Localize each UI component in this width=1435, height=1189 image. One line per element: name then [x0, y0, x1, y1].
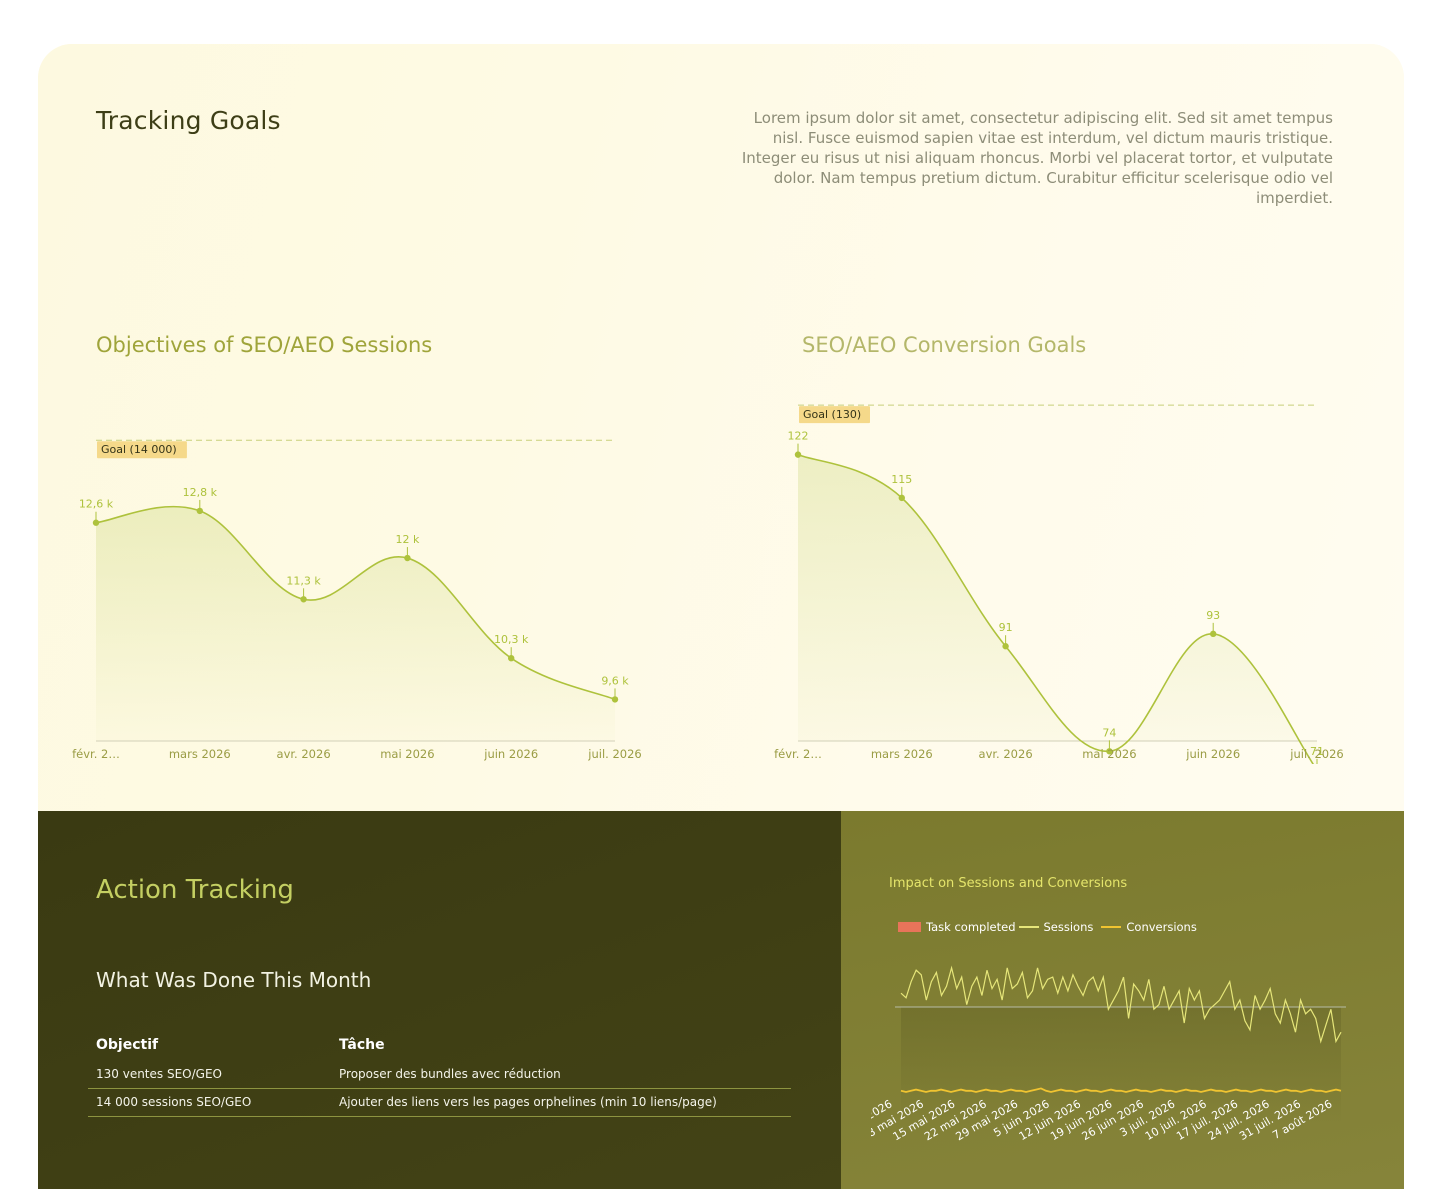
report-card: Tracking Goals Lorem ipsum dolor sit ame… [38, 44, 1404, 1189]
data-label: 12 k [395, 533, 419, 546]
x-tick-label: févr. 2… [774, 747, 822, 761]
data-label: 122 [788, 430, 809, 443]
impact-chart-title: Impact on Sessions and Conversions [889, 876, 1128, 891]
data-label: 10,3 k [494, 633, 529, 646]
data-label: 115 [891, 473, 912, 486]
actions-table: Objectif Tâche 130 ventes SEO/GEO Propos… [88, 1033, 791, 1117]
table-row: 14 000 sessions SEO/GEO Ajouter des lien… [88, 1088, 791, 1117]
data-label: 74 [1102, 726, 1116, 739]
intro-text: Lorem ipsum dolor sit amet, consectetur … [741, 109, 1333, 207]
data-label: 11,3 k [286, 574, 321, 587]
done-this-month-title: What Was Done This Month [96, 968, 372, 992]
action-tracking-section: Action Tracking What Was Done This Month… [38, 811, 841, 1189]
data-label: 12,6 k [79, 498, 114, 511]
table-cell-objective: 14 000 sessions SEO/GEO [88, 1088, 331, 1117]
data-point [404, 554, 411, 562]
data-label: 93 [1206, 609, 1220, 622]
legend-conversions-line [1101, 926, 1122, 928]
table-cell-objective: 130 ventes SEO/GEO [88, 1061, 331, 1089]
data-point [898, 494, 905, 502]
data-point [611, 696, 619, 703]
legend-sessions-line [1018, 926, 1039, 928]
conversions-chart-title: SEO/AEO Conversion Goals [802, 333, 1087, 357]
column-header-task: Tâche [339, 1037, 385, 1053]
impact-chart: 1 mai 20268 mai 202615 mai 202622 mai 20… [871, 965, 1346, 1143]
table-cell-task: Ajouter des liens vers les pages orpheli… [331, 1088, 791, 1117]
data-label: 91 [999, 621, 1013, 634]
page-title: Tracking Goals [96, 106, 281, 135]
x-tick-label: avr. 2026 [277, 747, 331, 761]
data-point [300, 596, 307, 603]
x-tick-label: juil. 2026 [1289, 747, 1343, 761]
data-point [196, 507, 203, 515]
sessions-chart: Goal (14 000) 12,6 k févr. 2… 12,8 k mars 20… [72, 439, 642, 761]
goal-label: Goal (14 000) [101, 443, 177, 456]
x-tick-label: avr. 2026 [979, 747, 1033, 761]
data-label: 9,6 k [601, 674, 629, 687]
tracking-goals-section: Tracking Goals Lorem ipsum dolor sit ame… [38, 44, 1404, 811]
table-header-row: Objectif Tâche [88, 1033, 791, 1061]
column-header-objective: Objectif [96, 1037, 159, 1053]
x-tick-label: mars 2026 [871, 747, 933, 761]
data-point [1210, 630, 1217, 638]
legend-conversions-label: Conversions [1126, 920, 1197, 934]
goal-label: Goal (130) [803, 408, 861, 421]
area-fill [96, 506, 615, 741]
x-tick-label: févr. 2… [72, 747, 120, 761]
action-tracking-title: Action Tracking [96, 875, 294, 905]
x-tick-label: juil. 2026 [587, 747, 641, 761]
sessions-chart-title: Objectives of SEO/AEO Sessions [96, 333, 433, 357]
data-point [794, 451, 802, 458]
data-point [508, 654, 515, 662]
data-point [1002, 643, 1009, 650]
x-tick-label: mai 2026 [1082, 747, 1136, 761]
legend-task-swatch [898, 922, 921, 932]
legend-sessions-label: Sessions [1043, 920, 1094, 934]
conversions-chart: Goal (130) 122 févr. 2… 115 mars 2026 91 avr. … [774, 404, 1344, 764]
data-point [92, 519, 100, 526]
data-label: 12,8 k [183, 486, 218, 499]
table-cell-task: Proposer des bundles avec réduction [331, 1061, 791, 1089]
table-row: 130 ventes SEO/GEO Proposer des bundles … [88, 1061, 791, 1089]
x-tick-label: mai 2026 [380, 747, 434, 761]
x-tick-label: juin 2026 [1185, 747, 1240, 761]
x-tick-label: juin 2026 [483, 747, 538, 761]
x-tick-label: mars 2026 [169, 747, 231, 761]
legend-task-label: Task completed [926, 920, 1016, 934]
impact-legend: Task completed Sessions Conversions [898, 920, 1197, 934]
impact-section: Impact on Sessions and Conversions Task … [841, 811, 1404, 1189]
